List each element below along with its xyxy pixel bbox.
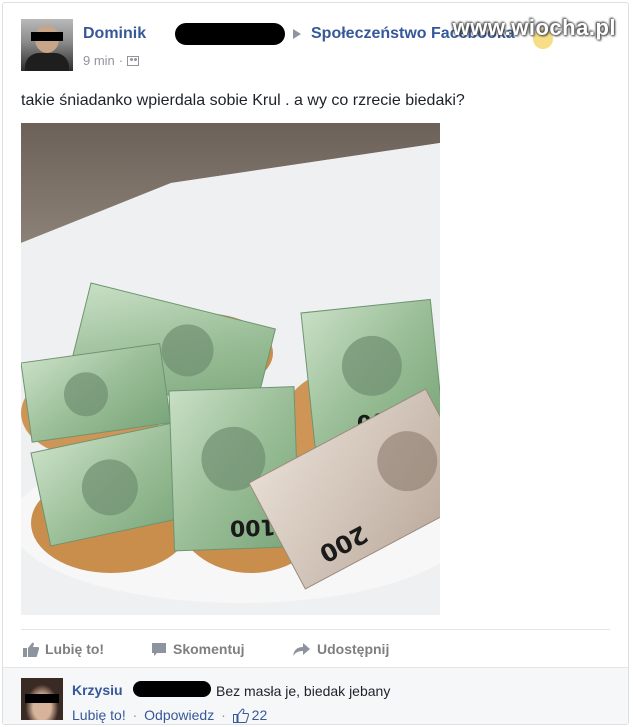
comment-actions: Lubię to! · Odpowiedz · 22 (72, 707, 267, 723)
post-action-bar: Lubię to! Skomentuj Udostępnij (21, 629, 610, 666)
comment-action-separator: · (221, 707, 226, 723)
caret-right-icon (293, 29, 301, 39)
photo-illustration: 100 100 200 (21, 123, 440, 615)
people-icon[interactable] (127, 56, 140, 66)
avatar-censor-bar (31, 32, 63, 41)
comments-section: Krzysiu Bez masła je, biedak jebany Lubi… (3, 667, 628, 724)
comment-label: Skomentuj (173, 641, 245, 657)
post-card: Dominik Społeczeństwo Facebooka 9 min · w… (2, 2, 629, 725)
like-button[interactable]: Lubię to! (23, 641, 104, 657)
commenter-surname-censor (133, 681, 211, 697)
post-meta: 9 min · (83, 53, 140, 68)
comment-like-link[interactable]: Lubię to! (72, 707, 126, 723)
author-surname-censor (175, 23, 285, 45)
comment-reply-link[interactable]: Odpowiedz (144, 707, 214, 723)
share-label: Udostępnij (317, 641, 390, 657)
like-label: Lubię to! (45, 641, 105, 657)
watermark: www.wiocha.pl (452, 15, 616, 40)
post-timestamp[interactable]: 9 min (83, 53, 115, 68)
thumbs-up-icon (23, 642, 39, 657)
author-avatar[interactable] (21, 19, 73, 71)
author-name-link[interactable]: Dominik (83, 25, 146, 43)
thumbs-up-outline-icon (232, 708, 249, 723)
commenter-avatar-censor-bar (25, 694, 59, 703)
avatar-shirt (25, 53, 69, 71)
post-photo[interactable]: 100 100 200 (21, 123, 440, 615)
comment-action-separator: · (132, 707, 138, 723)
share-arrow-icon (293, 643, 310, 656)
comment-icon (152, 643, 166, 656)
commenter-name-link[interactable]: Krzysiu (72, 682, 123, 698)
comment-likes-count: 22 (251, 707, 268, 723)
post-text: takie śniadanko wpierdala sobie Krul . a… (21, 92, 465, 109)
comment-text: Bez masła je, biedak jebany (216, 683, 391, 699)
commenter-avatar[interactable] (21, 678, 63, 720)
comment-likes-counter[interactable]: 22 (232, 707, 268, 723)
meta-separator: · (118, 53, 124, 68)
share-button[interactable]: Udostępnij (293, 641, 389, 657)
comment-button[interactable]: Skomentuj (151, 641, 245, 657)
